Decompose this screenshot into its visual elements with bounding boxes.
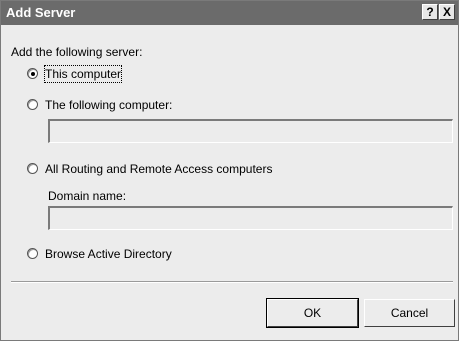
close-icon: X: [442, 5, 451, 19]
radio-label: Browse Active Directory: [45, 247, 172, 261]
radio-button[interactable]: [27, 99, 38, 110]
cancel-button[interactable]: Cancel: [364, 299, 455, 327]
ok-button[interactable]: OK: [266, 298, 359, 328]
radio-label: This computer: [43, 65, 123, 83]
intro-label: Add the following server:: [11, 45, 143, 59]
close-button[interactable]: X: [439, 4, 455, 20]
title-bar[interactable]: Add Server ? X: [1, 1, 458, 25]
radio-button[interactable]: [27, 248, 38, 259]
radio-label: All Routing and Remote Access computers: [45, 162, 273, 176]
radio-label: The following computer:: [45, 98, 173, 112]
add-server-dialog: Add Server ? X Add the following server:…: [0, 0, 459, 341]
help-button[interactable]: ?: [422, 4, 438, 20]
help-icon: ?: [426, 5, 434, 19]
radio-button[interactable]: [27, 68, 38, 79]
window-title: Add Server: [6, 5, 76, 20]
domain-name-input[interactable]: [48, 206, 453, 230]
computer-name-input[interactable]: [48, 119, 453, 143]
separator: [11, 281, 453, 283]
radio-button[interactable]: [27, 163, 38, 174]
domain-name-label: Domain name:: [48, 189, 127, 203]
